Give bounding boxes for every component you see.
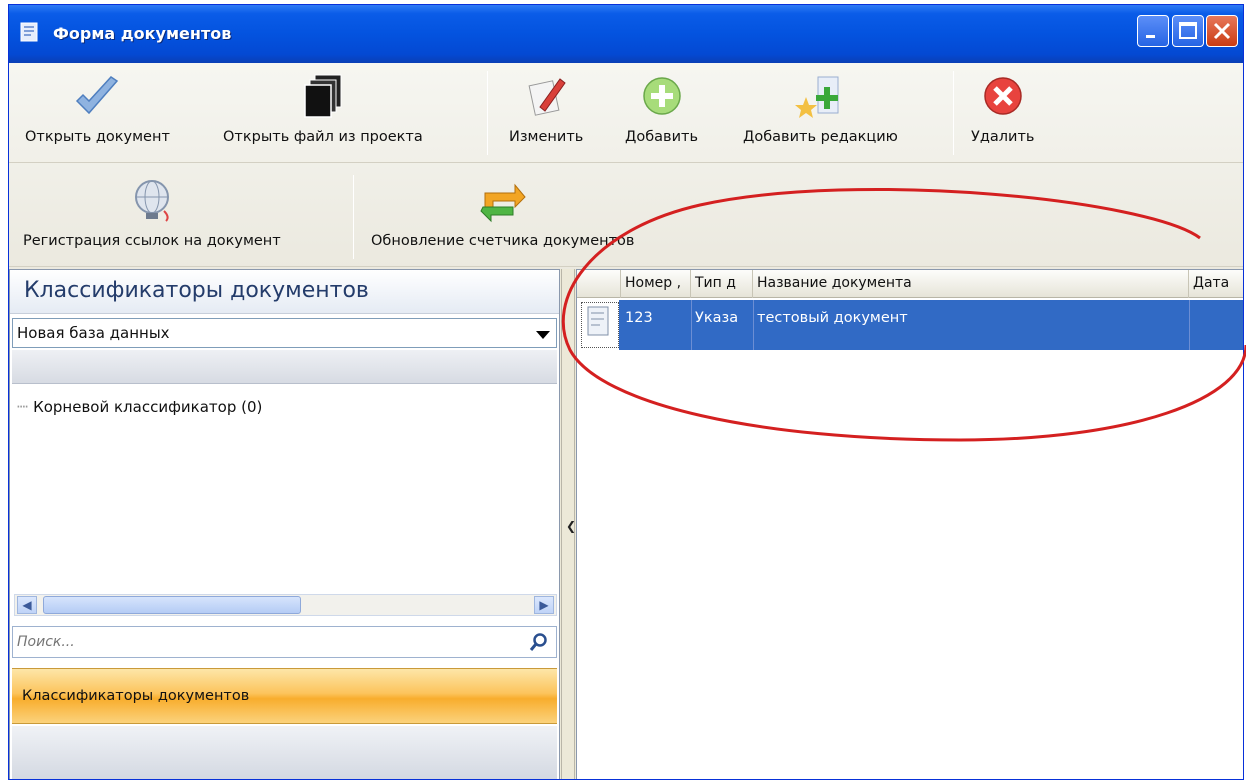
refresh-counter-button[interactable]: Обновление счетчика документов (371, 177, 634, 249)
add-revision-button[interactable]: Добавить редакцию (743, 73, 898, 145)
window-title: Форма документов (53, 24, 232, 43)
scroll-right-icon[interactable]: ▶ (534, 596, 554, 614)
add-label: Добавить (625, 129, 698, 145)
cell-number[interactable]: 123 (625, 310, 687, 326)
column-header-type[interactable]: Тип д (691, 270, 753, 298)
toolbar-separator (953, 71, 954, 155)
column-header-date[interactable]: Дата (1189, 270, 1243, 298)
tree-item-root-classifier[interactable]: ···· Корневой классификатор (0) (16, 398, 262, 416)
toolbar-separator (353, 175, 354, 259)
scroll-left-icon[interactable]: ◀ (17, 596, 37, 614)
delete-x-icon (983, 77, 1022, 115)
table-row[interactable]: 123 Указа тестовый документ (577, 300, 1243, 350)
stacked-documents-icon (304, 74, 342, 118)
edit-pencil-icon (528, 78, 566, 116)
classifier-toolbar-band (12, 350, 557, 384)
edit-label: Изменить (509, 129, 584, 145)
toolbar: Открыть документ Открыть файл из проекта… (9, 63, 1243, 269)
row-indicator-header (577, 270, 621, 298)
cell-type[interactable]: Указа (695, 310, 751, 326)
search-input[interactable] (17, 631, 517, 653)
add-button[interactable]: Добавить (625, 73, 698, 145)
app-icon (20, 22, 38, 42)
classifier-pane: Классификаторы документов Новая база дан… (9, 269, 560, 779)
documents-grid: Номер , Тип д Название документа Дата 12… (576, 269, 1243, 779)
cell-divider (1189, 300, 1190, 350)
register-links-label: Регистрация ссылок на документ (23, 233, 281, 249)
open-project-file-button[interactable]: Открыть файл из проекта (223, 73, 423, 145)
globe-link-icon (134, 180, 169, 222)
refresh-counter-label: Обновление счетчика документов (371, 233, 635, 249)
open-document-label: Открыть документ (25, 129, 170, 145)
close-button[interactable] (1206, 15, 1238, 47)
cell-divider (753, 300, 754, 350)
grid-header: Номер , Тип д Название документа Дата (577, 270, 1243, 298)
add-revision-label: Добавить редакцию (743, 129, 898, 145)
checkmark-document-icon (76, 76, 119, 115)
column-header-name[interactable]: Название документа (753, 270, 1189, 298)
cell-divider (691, 300, 692, 350)
toolbar-separator (487, 71, 488, 155)
tree-item-label: Корневой классификатор (0) (33, 398, 263, 416)
search-icon[interactable] (528, 632, 548, 652)
delete-button[interactable]: Удалить (971, 73, 1034, 145)
toolbar-row-1: Открыть документ Открыть файл из проекта… (9, 63, 1243, 163)
document-row-icon (587, 306, 609, 336)
classifier-pane-header: Классификаторы документов (10, 270, 559, 314)
horizontal-scrollbar[interactable]: ◀ ▶ (14, 594, 557, 616)
add-plus-icon (642, 77, 681, 115)
search-box[interactable] (12, 626, 557, 658)
nav-item-label: Классификаторы документов (22, 688, 250, 704)
collapse-left-icon[interactable]: ❮ (566, 519, 576, 533)
minimize-icon (1146, 35, 1155, 38)
title-bar[interactable]: Форма документов (9, 5, 1243, 63)
documents-window: Форма документов Открыть документ Открыт… (8, 4, 1244, 780)
register-links-button[interactable]: Регистрация ссылок на документ (23, 177, 281, 249)
maximize-button[interactable] (1172, 15, 1204, 47)
maximize-icon (1179, 22, 1197, 39)
chevron-down-icon[interactable] (536, 331, 550, 339)
minimize-button[interactable] (1137, 15, 1169, 47)
close-icon (1213, 22, 1231, 40)
row-indicator[interactable] (581, 302, 619, 348)
classifier-pane-title: Классификаторы документов (24, 278, 369, 303)
open-document-button[interactable]: Открыть документ (25, 73, 170, 145)
toolbar-row-2: Регистрация ссылок на документ Обновлени… (9, 167, 1243, 267)
open-project-file-label: Открыть файл из проекта (223, 129, 423, 145)
delete-label: Удалить (971, 129, 1035, 145)
database-select[interactable]: Новая база данных (12, 318, 557, 348)
cell-name[interactable]: тестовый документ (757, 310, 1185, 326)
refresh-arrows-icon (480, 183, 526, 223)
column-header-number[interactable]: Номер , (621, 270, 691, 298)
nav-item-document-classifiers[interactable]: Классификаторы документов (12, 668, 557, 724)
pane-splitter[interactable]: ❮ (561, 269, 576, 779)
add-revision-icon (795, 76, 839, 118)
tree-connector-icon: ···· (16, 398, 29, 416)
edit-button[interactable]: Изменить (509, 73, 583, 145)
nav-item-empty[interactable] (12, 726, 557, 779)
scrollbar-thumb[interactable] (43, 596, 301, 614)
database-select-value: Новая база данных (17, 324, 170, 342)
